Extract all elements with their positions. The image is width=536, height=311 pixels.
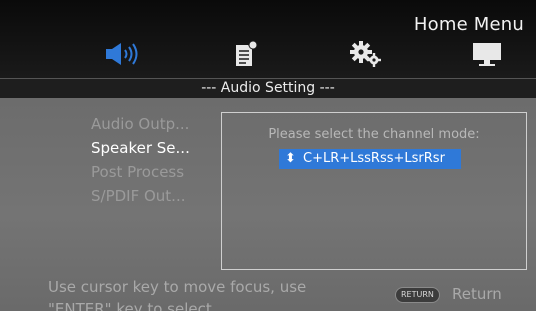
tab-settings[interactable] [346,38,386,70]
tab-display[interactable] [470,38,504,70]
help-text: Use cursor key to move focus, use "ENTER… [48,276,306,311]
channel-mode-prompt: Please select the channel mode: [268,127,480,142]
document-icon [236,40,258,66]
monitor-icon [473,43,501,66]
menu-item-spdif-output[interactable]: S/PDIF Out... [91,184,190,208]
menu-item-speaker-setting[interactable]: Speaker Se... [91,136,190,160]
up-down-arrow-icon: ⬍ [285,151,296,166]
gear-icon [350,41,381,67]
help-line-1: Use cursor key to move focus, use [48,278,307,296]
section-bar: --- Audio Setting --- [0,78,536,100]
channel-mode-value: C+LR+LssRss+LsrRsr [303,151,445,166]
help-line-2: "ENTER" key to select. [48,300,217,311]
top-bar: Home Menu [0,0,536,78]
return-label[interactable]: Return [452,285,502,303]
section-title: --- Audio Setting --- [201,80,335,96]
screen: Home Menu --- Audio Setting --- Audio Ou… [0,0,536,311]
menu-item-audio-output[interactable]: Audio Outp... [91,112,190,136]
tab-document[interactable] [232,38,260,70]
channel-mode-selector[interactable]: ⬍ C+LR+LssRss+LsrRsr [279,149,461,169]
content-area: Audio Outp... Speaker Se... Post Process… [0,98,536,311]
return-key-badge[interactable]: RETURN [395,287,440,303]
home-menu-title: Home Menu [413,14,524,35]
speaker-icon [106,43,138,65]
tab-audio[interactable] [104,38,144,70]
channel-mode-panel: Please select the channel mode: ⬍ C+LR+L… [221,112,527,270]
audio-settings-menu: Audio Outp... Speaker Se... Post Process… [91,112,190,208]
menu-item-post-process[interactable]: Post Process [91,160,190,184]
